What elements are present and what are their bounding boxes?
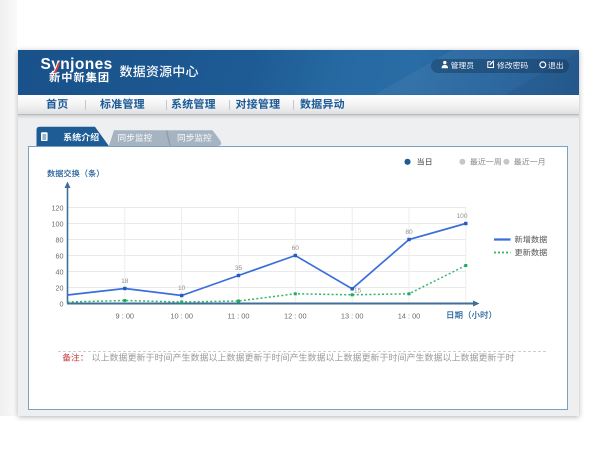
svg-text:11 : 00: 11 : 00: [227, 312, 249, 321]
svg-text:80: 80: [405, 229, 413, 236]
svg-text:60: 60: [292, 245, 300, 252]
svg-text:10 : 00: 10 : 00: [170, 312, 193, 321]
svg-text:9 : 00: 9 : 00: [116, 312, 135, 321]
svg-text:12 : 00: 12 : 00: [284, 312, 307, 321]
svg-text:18: 18: [121, 278, 129, 285]
svg-text:20: 20: [56, 284, 64, 293]
svg-text:100: 100: [456, 213, 467, 220]
svg-text:40: 40: [56, 268, 64, 277]
svg-text:80: 80: [56, 236, 64, 245]
svg-text:100: 100: [52, 220, 64, 229]
svg-text:0: 0: [60, 300, 64, 309]
svg-text:35: 35: [235, 265, 243, 272]
svg-text:15: 15: [354, 288, 362, 295]
svg-text:14 : 00: 14 : 00: [398, 312, 421, 321]
svg-text:10: 10: [178, 285, 186, 292]
svg-text:120: 120: [52, 204, 64, 213]
svg-text:13 : 00: 13 : 00: [341, 312, 364, 321]
svg-text:60: 60: [56, 252, 64, 261]
